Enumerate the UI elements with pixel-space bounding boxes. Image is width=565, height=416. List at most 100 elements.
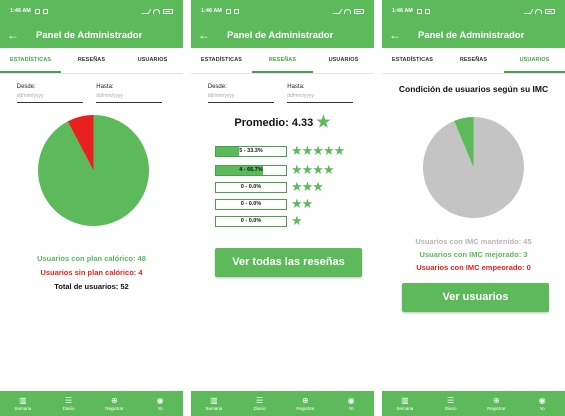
nav-item-label: Registrar xyxy=(105,405,124,411)
wifi-icon xyxy=(153,8,160,14)
rating-bar-label: 5 - 33.3% xyxy=(239,147,263,154)
rating-bar: 4 - 66.7% xyxy=(215,164,287,176)
nav-item-yo[interactable]: ◉ Yo xyxy=(137,391,183,416)
rating-bar: 0 - 0.0% xyxy=(215,198,287,210)
battery-icon xyxy=(545,8,555,14)
rating-row: 5 - 33.3% ★★★★★ xyxy=(215,143,345,158)
app-bar: ← Panel de Administrador xyxy=(382,22,565,48)
app-title: Panel de Administrador xyxy=(36,29,143,41)
imc-mantenido-stat: Usuarios con IMC mantenido: 45 xyxy=(415,237,532,246)
battery-icon xyxy=(163,8,173,14)
tab-estadisticas[interactable]: ESTADÍSTICAS xyxy=(191,48,252,73)
nav-item-label: Diario xyxy=(62,405,75,411)
rating-stars-icon: ★ xyxy=(291,213,303,228)
battery-icon xyxy=(354,8,364,14)
nav-item-label: Yo xyxy=(539,405,545,411)
screen-usuarios: 1:46 AM ← Panel de Administrador ESTADÍS… xyxy=(382,0,565,416)
back-arrow-icon[interactable]: ← xyxy=(191,22,217,48)
rating-bar: 5 - 33.3% xyxy=(215,145,287,157)
desde-date-field[interactable]: dd/mm/yyyy xyxy=(16,93,83,103)
rating-stars-icon: ★★ xyxy=(291,196,313,211)
nav-item-label: Semana xyxy=(205,405,223,411)
list-icon: ☰ xyxy=(447,395,455,405)
app-title: Panel de Administrador xyxy=(418,29,525,41)
nav-item-registrar[interactable]: ⊕ Registrar xyxy=(283,391,329,416)
rating-row: 4 - 66.7% ★★★★ xyxy=(215,162,335,177)
nav-item-diario[interactable]: ☰ Diario xyxy=(46,391,92,416)
promedio-text: Promedio: 4.33 xyxy=(234,117,314,129)
screen-resenas: 1:46 AM ← Panel de Administrador ESTADÍS… xyxy=(191,0,374,416)
tab-estadisticas[interactable]: ESTADÍSTICAS xyxy=(0,48,61,73)
back-arrow-icon[interactable]: ← xyxy=(0,22,26,48)
rating-bar-label: 0 - 0.0% xyxy=(240,217,262,224)
hasta-label: Hasta: xyxy=(287,84,305,90)
rating-stars-icon: ★★★★★ xyxy=(291,143,345,158)
desde-label: Desde: xyxy=(16,84,36,90)
tab-usuarios[interactable]: USUARIOS xyxy=(313,48,374,73)
tab-resenas[interactable]: RESEÑAS xyxy=(61,48,122,73)
imc-mejorado-stat: Usuarios con IMC mejorado: 3 xyxy=(419,250,528,259)
nav-item-yo[interactable]: ◉ Yo xyxy=(328,391,374,416)
signal-icon xyxy=(332,8,343,14)
nav-item-diario[interactable]: ☰ Diario xyxy=(237,391,283,416)
app-title: Panel de Administrador xyxy=(227,29,334,41)
person-icon: ◉ xyxy=(156,395,164,405)
status-time: 1:46 AM xyxy=(201,8,222,14)
ver-usuarios-button[interactable]: Ver usuarios xyxy=(402,283,549,312)
nav-item-registrar[interactable]: ⊕ Registrar xyxy=(474,391,520,416)
rating-stars-icon: ★★★ xyxy=(291,179,324,194)
notification-icon xyxy=(34,8,40,14)
tab-usuarios[interactable]: USUARIOS xyxy=(504,48,565,73)
total-usuarios-stat: Total de usuarios: 52 xyxy=(54,282,129,291)
nav-item-diario[interactable]: ☰ Diario xyxy=(428,391,474,416)
imc-pie-chart xyxy=(423,117,524,218)
nav-item-semana[interactable]: ▥ Semana xyxy=(191,391,237,416)
back-arrow-icon[interactable]: ← xyxy=(382,22,408,48)
list-icon: ☰ xyxy=(256,395,264,405)
sin-plan-stat: Usuarios sin plan calórico: 4 xyxy=(40,268,143,277)
status-bar: 1:46 AM xyxy=(0,0,183,22)
ver-resenas-button[interactable]: Ver todas las reseñas xyxy=(215,248,362,277)
promedio-row: Promedio: 4.33 ★ xyxy=(191,115,374,131)
bottom-nav: ▥ Semana ☰ Diario ⊕ Registrar ◉ Yo xyxy=(0,391,183,416)
add-circle-icon: ⊕ xyxy=(493,395,500,405)
image-icon xyxy=(233,8,239,14)
bar-chart-icon: ▥ xyxy=(19,395,27,405)
person-icon: ◉ xyxy=(347,395,355,405)
notification-icon xyxy=(416,8,422,14)
app-bar: ← Panel de Administrador xyxy=(191,22,374,48)
tab-bar: ESTADÍSTICAS RESEÑAS USUARIOS xyxy=(0,48,183,74)
nav-item-registrar[interactable]: ⊕ Registrar xyxy=(92,391,138,416)
wifi-icon xyxy=(344,8,351,14)
nav-item-label: Registrar xyxy=(296,405,315,411)
signal-icon xyxy=(141,8,152,14)
tab-bar: ESTADÍSTICAS RESEÑAS USUARIOS xyxy=(382,48,565,74)
nav-item-semana[interactable]: ▥ Semana xyxy=(382,391,428,416)
bar-chart-icon: ▥ xyxy=(210,395,218,405)
list-icon: ☰ xyxy=(65,395,73,405)
tab-resenas[interactable]: RESEÑAS xyxy=(252,48,313,73)
hasta-date-field[interactable]: dd/mm/yyyy xyxy=(287,93,354,103)
hasta-label: Hasta: xyxy=(96,84,114,90)
date-range: Desde: dd/mm/yyyy Hasta: dd/mm/yyyy xyxy=(0,84,183,103)
tab-usuarios[interactable]: USUARIOS xyxy=(122,48,183,73)
nav-item-semana[interactable]: ▥ Semana xyxy=(0,391,46,416)
tab-estadisticas[interactable]: ESTADÍSTICAS xyxy=(382,48,443,73)
bottom-nav: ▥ Semana ☰ Diario ⊕ Registrar ◉ Yo xyxy=(191,391,374,416)
desde-date-field[interactable]: dd/mm/yyyy xyxy=(207,93,274,103)
rating-row: 0 - 0.0% ★★★ xyxy=(215,179,324,194)
add-circle-icon: ⊕ xyxy=(302,395,309,405)
nav-item-label: Semana xyxy=(396,405,414,411)
plan-calorico-pie-chart xyxy=(38,115,149,226)
tab-resenas[interactable]: RESEÑAS xyxy=(443,48,504,73)
status-bar: 1:46 AM xyxy=(191,0,374,22)
nav-item-yo[interactable]: ◉ Yo xyxy=(519,391,565,416)
con-plan-stat: Usuarios con plan calórico: 48 xyxy=(37,254,146,263)
bar-chart-icon: ▥ xyxy=(401,395,409,405)
add-circle-icon: ⊕ xyxy=(111,395,118,405)
nav-item-label: Registrar xyxy=(487,405,506,411)
rating-stars-icon: ★★★★ xyxy=(291,162,335,177)
bottom-nav: ▥ Semana ☰ Diario ⊕ Registrar ◉ Yo xyxy=(382,391,565,416)
status-time: 1:46 AM xyxy=(392,8,413,14)
hasta-date-field[interactable]: dd/mm/yyyy xyxy=(96,93,163,103)
